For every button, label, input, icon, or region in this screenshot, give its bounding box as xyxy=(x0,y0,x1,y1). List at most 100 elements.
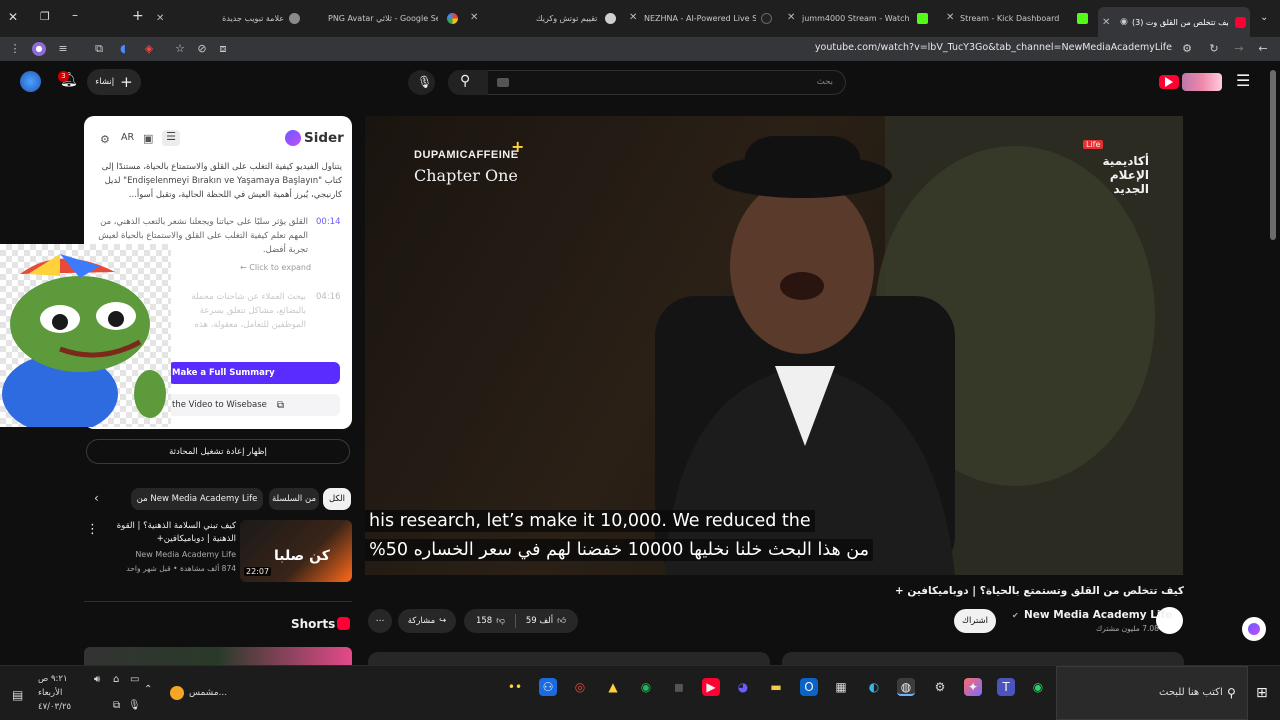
tab-close-icon[interactable]: ✕ xyxy=(946,12,954,23)
save-to-wisebase-button[interactable]: the Video to Wisebase ⧉ xyxy=(168,394,340,416)
new-tab-button[interactable]: + xyxy=(132,8,144,24)
tab-google-search[interactable]: ✕ PNG Avatar ثلاثي - Google Search xyxy=(314,6,460,31)
edge-icon[interactable]: ◐ xyxy=(865,678,883,696)
app-icon[interactable]: •• xyxy=(506,678,524,696)
keyboard-icon[interactable] xyxy=(497,78,509,87)
dislike-count[interactable]: 158 xyxy=(476,616,492,626)
app-icon[interactable]: ◎ xyxy=(571,678,589,696)
clock-time[interactable]: ٩:٢١ ص xyxy=(38,674,68,684)
weather-text[interactable]: مشمس... xyxy=(189,688,227,698)
bookmark-star-icon[interactable]: ☆ xyxy=(173,42,187,56)
timestamp-link[interactable]: 04:16 xyxy=(316,292,341,302)
create-button[interactable]: إنشاء + xyxy=(87,69,141,95)
tab-close-icon[interactable]: ✕ xyxy=(787,12,795,23)
window-restore-button[interactable]: ❐ xyxy=(40,10,50,23)
settings-icon[interactable]: ⚙ xyxy=(100,133,110,146)
more-actions-button[interactable]: ⋯ xyxy=(368,609,392,633)
forward-icon[interactable]: → xyxy=(1232,42,1246,56)
folder-icon[interactable]: ▬ xyxy=(767,678,785,696)
tray-chevron-icon[interactable]: ⌃ xyxy=(144,684,152,695)
outlook-icon[interactable]: O xyxy=(800,678,818,696)
like-icon[interactable]: 👍︎ xyxy=(557,616,566,626)
tab-kick-dashboard[interactable]: Stream - Kick Dashboard xyxy=(960,6,1090,31)
video-player[interactable]: DUPAMICAFFEINE + Chapter One Life أكاديم… xyxy=(365,116,1183,575)
chip-from-series[interactable]: من السلسلة xyxy=(269,488,319,510)
back-icon[interactable]: ← xyxy=(1256,42,1270,56)
extension-red-icon[interactable]: ◈ xyxy=(142,42,156,56)
eye-off-icon[interactable]: ⊘ xyxy=(195,42,209,56)
menu-dots-icon[interactable]: ⋮ xyxy=(8,42,22,56)
app-icon[interactable]: ⚇ xyxy=(539,678,557,696)
store-icon[interactable]: ▦ xyxy=(832,678,850,696)
tab-search-chevron-icon[interactable]: ⌄ xyxy=(1260,12,1268,23)
tab-review[interactable]: تقييم توتش وكريك xyxy=(490,6,618,31)
expand-link[interactable]: ← Click to expand xyxy=(240,263,311,272)
more-options-icon[interactable]: ⋮ xyxy=(86,522,99,537)
tab-jumm4000-stream[interactable]: jumm4000 Stream - Watch Live xyxy=(802,6,930,31)
tab-close-icon[interactable]: ✕ xyxy=(470,12,478,23)
network-icon[interactable]: ⌂ xyxy=(113,674,119,685)
description-box[interactable] xyxy=(368,652,770,665)
description-box[interactable] xyxy=(782,652,1184,665)
make-full-summary-button[interactable]: Make a Full Summary xyxy=(168,362,340,384)
app-icon[interactable]: ▲ xyxy=(604,678,622,696)
share-button[interactable]: مشاركة ↪ xyxy=(398,609,456,633)
window-minimize-button[interactable]: – xyxy=(72,8,78,22)
tab-close-icon[interactable]: ✕ xyxy=(1102,17,1110,28)
video-channel-name[interactable]: New Media Academy Life xyxy=(1024,609,1172,621)
whatsapp-icon[interactable]: ◉ xyxy=(1029,678,1047,696)
battery-icon[interactable]: ▭ xyxy=(130,674,139,685)
windows-start-icon[interactable]: ⊞ xyxy=(1256,685,1268,701)
search-box[interactable]: بحث xyxy=(448,70,846,95)
tab-youtube-active[interactable]: ✕ ◉ (3) كيف تتخلص من القلق وت... xyxy=(1098,7,1250,37)
site-settings-icon[interactable]: ⚙ xyxy=(1180,42,1194,56)
like-count[interactable]: 59 ألف xyxy=(526,616,553,626)
timestamp-link[interactable]: 00:14 xyxy=(316,217,341,227)
extensions-icon[interactable]: ⧉ xyxy=(92,42,106,56)
tab-nezhna[interactable]: NEZHNA - AI-Powered Live Stream xyxy=(644,6,774,31)
weather-sun-icon[interactable] xyxy=(170,686,184,700)
channel-avatar[interactable] xyxy=(20,71,41,92)
youtube-app-icon[interactable]: ▶ xyxy=(702,678,720,696)
tab-close-icon[interactable]: ✕ xyxy=(156,13,164,24)
profile-avatar-icon[interactable]: ● xyxy=(32,42,46,56)
extension-icon[interactable]: ◖ xyxy=(116,42,130,56)
chevron-left-icon[interactable]: ‹ xyxy=(94,491,99,505)
chrome-icon[interactable]: ◍ xyxy=(897,678,915,696)
clock-date[interactable]: ٤٧/٠٣/٢٥ xyxy=(38,702,71,712)
microphone-icon[interactable]: 🎙︎ xyxy=(128,700,141,711)
tab-close-icon[interactable]: ✕ xyxy=(629,12,637,23)
taskbar-search-box[interactable]: ⚲ اكتب هنا للبحث xyxy=(1056,666,1248,720)
show-chat-replay-button[interactable]: إظهار إعادة تشغيل المحادثة xyxy=(86,439,350,464)
notification-center-icon[interactable]: ▤ xyxy=(12,688,23,702)
chip-from-channel[interactable]: من New Media Academy Life xyxy=(131,488,263,510)
page-scrollbar[interactable] xyxy=(1270,70,1276,240)
teams-icon[interactable]: T xyxy=(997,678,1015,696)
chip-all[interactable]: الكل xyxy=(323,488,351,510)
playlist-icon[interactable]: ≡ xyxy=(56,42,70,56)
dislike-icon[interactable]: 👎︎ xyxy=(496,616,505,626)
subscribe-button[interactable]: اشتراك xyxy=(954,609,996,633)
image-icon[interactable]: ▣ xyxy=(143,132,153,145)
shorts-thumbnails-strip[interactable] xyxy=(84,647,352,665)
volume-icon[interactable]: 🔊︎ xyxy=(94,674,100,685)
window-close-button[interactable]: ✕ xyxy=(8,10,18,24)
language-toggle[interactable]: AR xyxy=(121,132,134,143)
audio-icon[interactable]: ◉ xyxy=(1120,17,1128,27)
address-bar-url[interactable]: youtube.com/watch?v=lbV_TucY3Go&tab_chan… xyxy=(815,42,1172,53)
settings-gear-icon[interactable]: ⚙ xyxy=(931,678,949,696)
reload-icon[interactable]: ↻ xyxy=(1207,42,1221,56)
voice-search-button[interactable]: 🎙︎ xyxy=(408,70,435,95)
hamburger-menu-icon[interactable]: ☰ xyxy=(1236,71,1250,90)
copilot-icon[interactable]: ✦ xyxy=(964,678,982,696)
discord-icon[interactable]: ◕ xyxy=(734,678,752,696)
clock-day[interactable]: الأربعاء xyxy=(38,688,62,698)
install-app-icon[interactable]: ⧈ xyxy=(216,42,230,56)
tray-icon[interactable]: ⧉ xyxy=(113,700,120,711)
related-video-item[interactable]: ⋮ كيف تبني السلامة الذهنية؟ | القوة الذه… xyxy=(84,520,352,584)
spotify-icon[interactable]: ◉ xyxy=(637,678,655,696)
tab-new-tab[interactable]: ✕ علامة تبويب جديدة xyxy=(156,6,302,31)
list-icon[interactable]: ☰ xyxy=(162,130,180,146)
search-button[interactable]: ⚲ xyxy=(448,70,488,95)
app-icon[interactable]: ◼ xyxy=(670,678,688,696)
